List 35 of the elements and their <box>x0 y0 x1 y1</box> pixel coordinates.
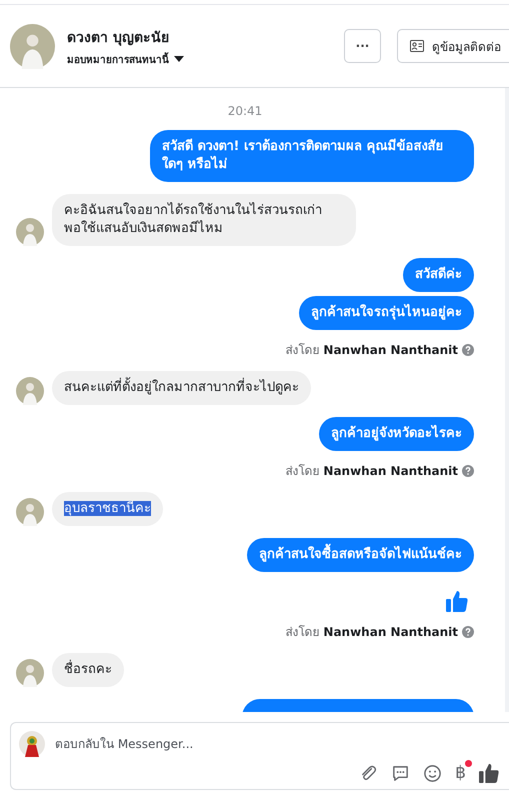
assign-conversation-dropdown[interactable]: มอบหมายการสนทนานี้ <box>67 52 184 66</box>
avatar <box>16 659 44 687</box>
received-message: สนคะแต่ที่ตั้งอยู่ใกลมากสาบากที่จะไปดูคะ <box>52 371 311 405</box>
sent-message: สวัสดี ดวงตา! เราต้องการติดตามผล คุณมีข้อสงสัยใดๆ หรือไม่ <box>150 130 474 182</box>
sent-by-label: ส่งโดย Nanwhan Nanthanit <box>286 463 458 480</box>
received-message: ชื่อรถคะ <box>52 653 124 687</box>
sent-by-label: ส่งโดย Nanwhan Nanthanit <box>286 342 458 359</box>
help-icon[interactable] <box>462 464 474 476</box>
received-message: อุบลราชธานีคะ <box>52 492 163 526</box>
help-icon[interactable] <box>462 344 474 356</box>
thumbs-up-icon[interactable] <box>479 763 499 783</box>
payment-button[interactable]: ฿ <box>455 763 466 783</box>
thumbs-up-icon <box>446 590 468 612</box>
timestamp: 20:41 <box>228 104 262 118</box>
contact-card-icon <box>410 40 424 52</box>
sent-message: ลูกค้าอยู่จังหวัดอะไรคะ <box>319 417 474 451</box>
received-message: คะอิฉันสนใจอยากได้รถใช้งานในไร่สวนรถเก่าพอใช้แสนอับเงินสดพอมีไหม <box>52 194 356 246</box>
avatar <box>10 24 55 68</box>
sent-message: ลูกค้าสนใจซื้อสดหรือจัดไฟแน้นช์คะ <box>247 538 474 572</box>
contact-name: ดวงตา บุญตะนัย <box>67 28 170 48</box>
paperclip-icon[interactable] <box>359 764 378 782</box>
chat-bubble-icon[interactable] <box>391 764 410 782</box>
avatar <box>16 498 44 526</box>
reply-input[interactable]: ตอบกลับใน Messenger... <box>55 737 499 751</box>
view-contact-button[interactable]: ดูข้อมูลติดต่อ <box>397 29 509 63</box>
help-icon[interactable] <box>462 626 474 638</box>
caret-icon <box>174 56 184 62</box>
avatar <box>16 218 44 246</box>
emoji-icon[interactable] <box>423 764 442 782</box>
avatar <box>16 377 44 405</box>
sent-by-label: ส่งโดย Nanwhan Nanthanit <box>286 624 458 641</box>
sent-message: ลูกค้าสนใจรถรุ่นไหนอยู่คะ <box>299 296 474 330</box>
page-avatar-icon <box>19 731 45 757</box>
sent-message: สวัสดีค่ะ <box>403 258 474 292</box>
more-button[interactable]: ··· <box>344 29 381 63</box>
